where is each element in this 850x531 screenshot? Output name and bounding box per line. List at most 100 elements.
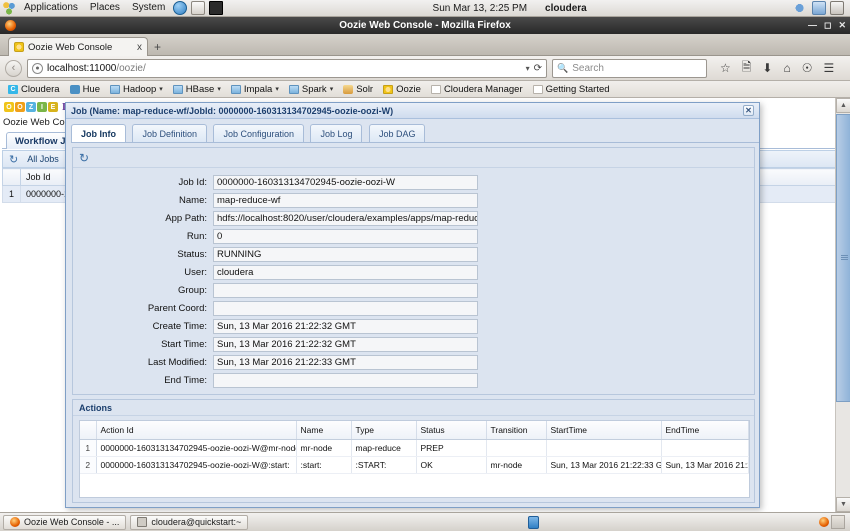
bookmark-getting-started[interactable]: Getting Started <box>528 84 615 95</box>
maximize-button[interactable]: ◻ <box>824 19 831 31</box>
terminal-icon[interactable] <box>209 1 224 15</box>
bookmark-oozie[interactable]: Oozie <box>378 84 426 95</box>
volume-icon[interactable] <box>794 1 808 15</box>
menu-applications[interactable]: Applications <box>18 0 84 16</box>
firefox-titlebar: Oozie Web Console - Mozilla Firefox — ◻ … <box>0 17 850 34</box>
col-action-id[interactable]: Action Id <box>96 421 297 440</box>
network-icon[interactable] <box>812 1 826 15</box>
new-tab-button[interactable]: + <box>154 40 161 54</box>
window-title: Oozie Web Console - Mozilla Firefox <box>339 20 511 31</box>
cell-start-time: Sun, 13 Mar 2016 21:22:33 GMT <box>546 456 662 474</box>
field-value-create-time[interactable]: Sun, 13 Mar 2016 21:22:32 GMT <box>213 319 478 334</box>
home-icon[interactable]: ⌂ <box>783 61 790 75</box>
field-row-job-id: Job Id: 0000000-160313134702945-oozie-oo… <box>73 174 754 191</box>
scrollbar-thumb[interactable] <box>836 114 850 402</box>
col-end-time[interactable]: EndTime <box>661 421 749 440</box>
app-icon[interactable] <box>528 515 540 529</box>
scroll-down-button[interactable]: ▼ <box>836 497 850 512</box>
sync-icon[interactable]: ☉ <box>802 61 813 75</box>
bookmark-hue[interactable]: Hue <box>65 84 105 95</box>
close-icon[interactable]: ✕ <box>743 105 754 116</box>
user-menu[interactable]: cloudera <box>537 3 595 14</box>
site-identity-icon[interactable]: ● <box>32 62 43 74</box>
taskbar-item-terminal[interactable]: cloudera@quickstart:~ <box>130 514 249 530</box>
tab-job-definition[interactable]: Job Definition <box>132 124 207 142</box>
bookmark-spark[interactable]: Spark ▾ <box>284 84 338 95</box>
field-value-user[interactable]: cloudera <box>213 265 478 280</box>
field-value-app-path[interactable]: hdfs://localhost:8020/user/cloudera/exam… <box>213 211 478 226</box>
refresh-icon[interactable]: ↻ <box>79 151 89 165</box>
bookmark-label: Oozie <box>396 83 421 95</box>
mail-icon[interactable] <box>191 1 206 15</box>
bookmark-cloudera-manager[interactable]: Cloudera Manager <box>426 84 528 95</box>
chevron-down-icon[interactable]: ▾ <box>526 64 530 73</box>
field-label: End Time: <box>164 375 207 386</box>
cell-status: OK <box>416 456 487 474</box>
bookmark-cloudera[interactable]: C Cloudera <box>3 84 65 95</box>
vertical-scrollbar[interactable]: ▲ ▼ <box>835 98 850 512</box>
navigation-toolbar: ‹ ● localhost:11000/oozie/ ▾ ⟳ 🔍 Search … <box>0 56 850 81</box>
hue-icon <box>69 84 80 94</box>
field-label: User: <box>184 267 207 278</box>
cell-transition: mr-node <box>486 456 547 474</box>
workspace-switcher[interactable] <box>831 515 845 529</box>
col-type[interactable]: Type <box>351 421 417 440</box>
tab-job-info[interactable]: Job Info <box>71 124 126 142</box>
bookmark-impala[interactable]: Impala ▾ <box>226 84 284 95</box>
col-status[interactable]: Status <box>416 421 487 440</box>
refresh-icon[interactable]: ↻ <box>9 153 18 166</box>
tab-job-dag[interactable]: Job DAG <box>368 124 426 142</box>
col-name[interactable]: Name <box>296 421 352 440</box>
menu-places[interactable]: Places <box>84 0 126 16</box>
menu-system[interactable]: System <box>126 0 171 16</box>
reader-icon[interactable]: 🗎 <box>742 58 752 79</box>
firefox-icon[interactable] <box>819 517 829 527</box>
bookmark-solr[interactable]: Solr <box>338 84 378 95</box>
browser-tab-oozie[interactable]: Oozie Web Console x <box>8 37 148 56</box>
table-row[interactable]: 2 0000000-160313134702945-oozie-oozi-W@:… <box>80 456 749 474</box>
close-icon[interactable]: x <box>134 42 142 53</box>
taskbar-item-label: Oozie Web Console - ... <box>24 517 120 527</box>
field-value-end-time[interactable] <box>213 373 478 388</box>
reload-icon[interactable]: ⟳ <box>534 63 542 74</box>
applications-foot-icon[interactable] <box>2 1 16 15</box>
field-value-name[interactable]: map-reduce-wf <box>213 193 478 208</box>
cell-start-time <box>546 439 662 457</box>
tab-job-log[interactable]: Job Log <box>310 124 363 142</box>
col-start-time[interactable]: StartTime <box>546 421 662 440</box>
tab-job-configuration[interactable]: Job Configuration <box>213 124 304 142</box>
bookmark-hbase[interactable]: HBase ▾ <box>168 84 226 95</box>
battery-icon[interactable] <box>830 1 844 15</box>
downloads-icon[interactable]: ⬇ <box>762 61 772 75</box>
field-value-job-id[interactable]: 0000000-160313134702945-oozie-oozi-W <box>213 175 478 190</box>
bookmark-star-icon[interactable]: ☆ <box>720 61 731 75</box>
back-button[interactable]: ‹ <box>5 59 22 77</box>
field-value-group[interactable] <box>213 283 478 298</box>
clock[interactable]: Sun Mar 13, 2:25 PM <box>423 3 538 14</box>
field-label: Status: <box>177 249 207 260</box>
nav-icon-group: ☆ 🗎 ⬇ ⌂ ☉ ☰ <box>712 58 834 79</box>
taskbar-item-firefox[interactable]: Oozie Web Console - ... <box>3 514 127 530</box>
minimize-button[interactable]: — <box>808 19 817 31</box>
scroll-up-button[interactable]: ▲ <box>836 98 850 113</box>
field-value-last-modified[interactable]: Sun, 13 Mar 2016 21:22:33 GMT <box>213 355 478 370</box>
field-value-start-time[interactable]: Sun, 13 Mar 2016 21:22:32 GMT <box>213 337 478 352</box>
table-row[interactable]: 1 0000000-160313134702945-oozie-oozi-W@m… <box>80 439 749 457</box>
bookmark-hadoop[interactable]: Hadoop ▾ <box>105 84 168 95</box>
menu-icon[interactable]: ☰ <box>824 61 835 75</box>
actions-table: Action Id Name Type Status Transition St… <box>80 421 749 474</box>
col-transition[interactable]: Transition <box>486 421 547 440</box>
field-label: Job Id: <box>178 177 207 188</box>
url-bar[interactable]: ● localhost:11000/oozie/ ▾ ⟳ <box>27 58 547 78</box>
field-value-status[interactable]: RUNNING <box>213 247 478 262</box>
field-value-run[interactable]: 0 <box>213 229 478 244</box>
cell-name: mr-node <box>296 439 352 457</box>
close-button[interactable]: ✕ <box>838 19 846 31</box>
url-path: /oozie/ <box>116 62 146 74</box>
filter-all-jobs[interactable]: All Jobs <box>27 154 59 164</box>
field-value-parent-coord[interactable] <box>213 301 478 316</box>
search-icon: 🔍 <box>557 62 569 73</box>
search-bar[interactable]: 🔍 Search <box>552 58 707 78</box>
globe-icon[interactable] <box>173 1 188 15</box>
bookmark-label: Getting Started <box>545 83 610 95</box>
